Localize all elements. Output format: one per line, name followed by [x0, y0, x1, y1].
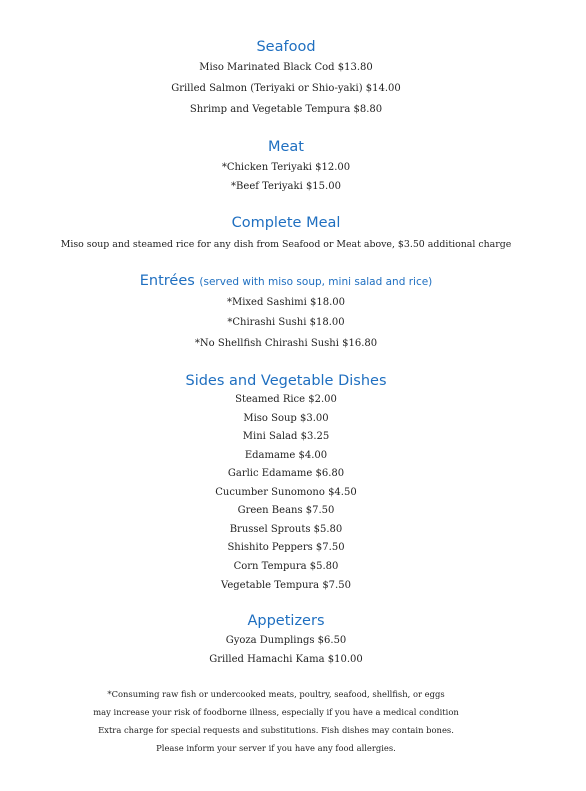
menu-item: Garlic Edamame $6.80 [227, 468, 345, 479]
footer-note: Please inform your server if you have an… [156, 743, 396, 753]
menu-item: Shrimp and Vegetable Tempura $8.80 [189, 104, 383, 115]
menu-item: *Chirashi Sushi $18.00 [227, 317, 345, 328]
menu-item: *No Shellfish Chirashi Sushi $16.80 [194, 338, 378, 349]
footer-note: Extra charge for special requests and su… [98, 725, 454, 735]
entrees-title: Entrées [139, 273, 195, 289]
menu-item: *Chicken Teriyaki $12.00 [221, 162, 351, 173]
menu-page: Seafood Miso Marinated Black Cod $13.80 … [0, 0, 586, 791]
section-title-sides: Sides and Vegetable Dishes [185, 373, 387, 389]
menu-item: Shishito Peppers $7.50 [227, 542, 345, 553]
section-title-meat: Meat [267, 139, 304, 155]
section-title-complete-meal: Complete Meal [231, 215, 341, 231]
footer-note: may increase your risk of foodborne illn… [93, 707, 459, 717]
menu-item: Grilled Salmon (Teriyaki or Shio-yaki) $… [171, 83, 401, 94]
entrees-subtitle: (served with miso soup, mini salad and r… [199, 276, 433, 288]
menu-item: Cucumber Sunomono $4.50 [215, 487, 357, 498]
menu-item: Mini Salad $3.25 [242, 431, 330, 442]
section-title-seafood: Seafood [256, 39, 316, 55]
menu-item: Gyoza Dumplings $6.50 [225, 635, 347, 646]
menu-item: Miso Soup $3.00 [243, 413, 329, 424]
menu-item: Steamed Rice $2.00 [235, 394, 337, 405]
menu-item: Vegetable Tempura $7.50 [221, 580, 351, 591]
menu-item: Edamame $4.00 [244, 450, 328, 461]
section-title-appetizers: Appetizers [247, 613, 325, 629]
menu-item: Brussel Sprouts $5.80 [229, 524, 343, 535]
menu-item: Miso soup and steamed rice for any dish … [60, 239, 512, 250]
menu-item: *Mixed Sashimi $18.00 [226, 297, 345, 308]
footer-note: *Consuming raw fish or undercooked meats… [107, 689, 445, 699]
section-title-entrees: Entrées (served with miso soup, mini sal… [0, 272, 572, 291]
menu-item: Green Beans $7.50 [237, 505, 335, 516]
menu-item: *Beef Teriyaki $15.00 [231, 181, 341, 192]
menu-item: Grilled Hamachi Kama $10.00 [209, 654, 363, 665]
menu-item: Corn Tempura $5.80 [233, 561, 339, 572]
menu-item: Miso Marinated Black Cod $13.80 [199, 62, 373, 73]
